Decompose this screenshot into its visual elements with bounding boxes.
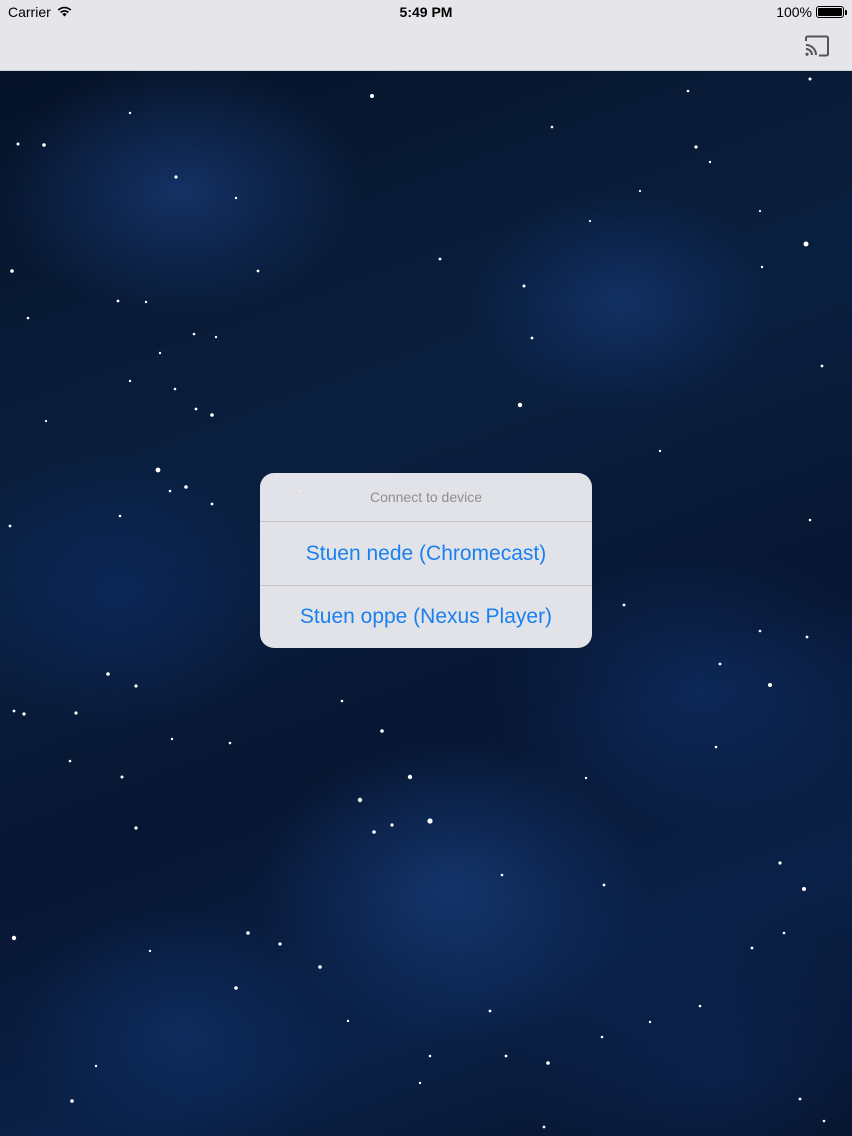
status-right: 100% [776, 3, 847, 21]
battery-fill [818, 8, 842, 16]
app-screen: Carrier 5:49 PM 100% Connect to device S… [0, 0, 852, 1136]
top-bar: Carrier 5:49 PM 100% [0, 0, 852, 71]
battery-percent: 100% [776, 4, 812, 20]
cast-button[interactable] [802, 33, 832, 59]
battery-tip [845, 10, 847, 15]
device-option-chromecast[interactable]: Stuen nede (Chromecast) [260, 522, 592, 585]
connect-device-dialog: Connect to device Stuen nede (Chromecast… [260, 473, 592, 648]
battery-icon [816, 6, 847, 18]
dialog-title: Connect to device [260, 473, 592, 522]
cast-icon [805, 35, 829, 57]
device-option-nexus-player[interactable]: Stuen oppe (Nexus Player) [260, 585, 592, 648]
status-time: 5:49 PM [399, 4, 453, 20]
